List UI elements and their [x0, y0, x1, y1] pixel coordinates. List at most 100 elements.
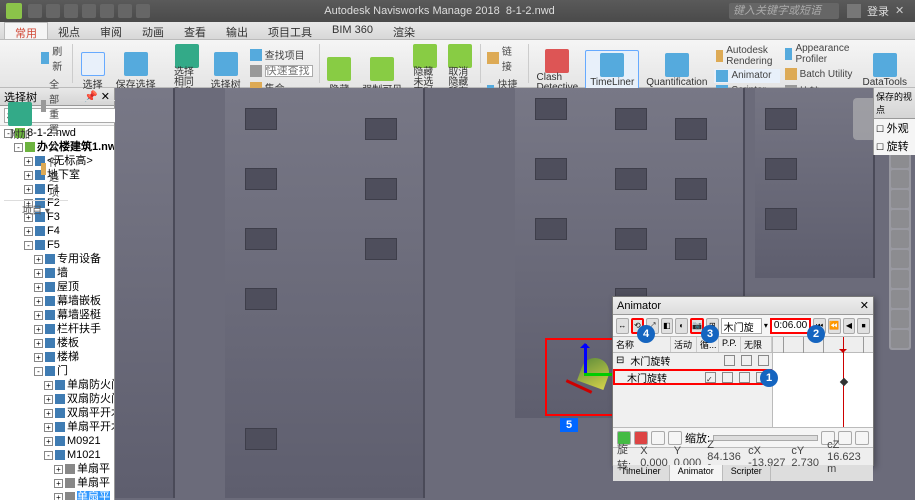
quantification-button[interactable]: Quantification [642, 51, 711, 90]
appearance-profiler-button[interactable]: Appearance Profiler [783, 42, 856, 66]
tree-node[interactable]: +单扇平 [0, 490, 114, 500]
tree-node[interactable]: +楼板 [0, 336, 114, 350]
tab-view[interactable]: 查看 [174, 22, 216, 39]
qat-save-icon[interactable] [64, 4, 78, 18]
tree-node[interactable]: +屋顶 [0, 280, 114, 294]
tab-viewpoint[interactable]: 视点 [48, 22, 90, 39]
timeliner-button[interactable]: TimeLiner [585, 50, 639, 91]
qat-undo-icon[interactable] [100, 4, 114, 18]
animator-toolbar: ↔ ⟲ 4 ⤢ ◧ ◐ 📷 3 ⊞ 木门旋转 ▾ 0:06.00 2 ⏮ ⏪ ◀… [613, 315, 873, 337]
tree-node[interactable]: +楼梯 [0, 350, 114, 364]
scene-combo[interactable]: 木门旋转 [721, 318, 762, 334]
saved-viewpoints-panel: 保存的视点 ☐ 外观 ☐ 旋转 [873, 88, 915, 155]
qat-new-icon[interactable] [28, 4, 42, 18]
tree-node[interactable]: +专用设备 [0, 252, 114, 266]
tab-timeliner[interactable]: TimeLiner [613, 465, 670, 481]
selection-tree-button[interactable]: 选择树 [207, 50, 245, 93]
file-options-button[interactable]: 文件 选项 [39, 138, 68, 200]
refresh-button[interactable]: 刷新 [39, 42, 68, 74]
tree-node[interactable]: +M0921 [0, 434, 114, 448]
scene-row[interactable]: ⊟木门旋转 [613, 353, 772, 369]
app-logo[interactable] [6, 3, 22, 19]
tree-node[interactable]: +F4 [0, 224, 114, 238]
attach-button[interactable]: 附加 [4, 100, 36, 143]
reset-all-button[interactable]: 全部重置 [39, 75, 68, 137]
qat-open-icon[interactable] [46, 4, 60, 18]
group-label-project: 项目 ▾ [4, 200, 68, 218]
tree-node[interactable]: -M1021 [0, 448, 114, 462]
animator-button[interactable]: Animator [714, 69, 779, 83]
realism-icon[interactable] [891, 330, 909, 348]
walk-icon[interactable] [891, 250, 909, 268]
tab-render[interactable]: 渲染 [383, 22, 425, 39]
stop-icon[interactable]: ⏹ [857, 318, 870, 334]
login-label[interactable]: 登录 [867, 3, 889, 19]
fly-icon[interactable] [891, 270, 909, 288]
close-icon[interactable]: ✕ [860, 299, 869, 312]
callout-1: 1 [760, 369, 778, 387]
save-selection-button[interactable]: 保存选择 [112, 50, 160, 93]
tree-node[interactable]: -门 [0, 364, 114, 378]
help-search[interactable]: 键入关键字或短语 [729, 3, 839, 19]
tree-node[interactable]: +幕墙竖梃 [0, 308, 114, 322]
step-back-icon[interactable]: ⏪ [828, 318, 841, 334]
timeline[interactable] [773, 337, 873, 427]
select-button[interactable]: 选择 [77, 50, 109, 93]
close-icon[interactable]: ✕ [895, 4, 909, 18]
tab-output[interactable]: 输出 [216, 22, 258, 39]
animator-header[interactable]: Animator✕ [613, 297, 873, 315]
tab-home[interactable]: 常用 [4, 22, 48, 39]
qat-refresh-icon[interactable] [136, 4, 150, 18]
move-down-icon[interactable] [668, 431, 682, 445]
tree-node[interactable]: +墙 [0, 266, 114, 280]
move-up-icon[interactable] [651, 431, 665, 445]
animation-set-row[interactable]: 木门旋转 1 [613, 369, 772, 385]
callout-3: 3 [701, 325, 719, 343]
color-icon[interactable]: ◧ [661, 318, 674, 334]
animator-window: Animator✕ ↔ ⟲ 4 ⤢ ◧ ◐ 📷 3 ⊞ 木门旋转 ▾ 0:06.… [612, 296, 874, 466]
tab-review[interactable]: 审阅 [90, 22, 132, 39]
navigation-bar[interactable] [889, 148, 911, 350]
transparency-icon[interactable]: ◐ [675, 318, 688, 334]
tree-node[interactable]: +单扇平 [0, 462, 114, 476]
zoom-icon[interactable] [891, 190, 909, 208]
viewpoint-item[interactable]: ☐ 外观 [874, 119, 915, 137]
quick-find-input[interactable] [248, 64, 315, 78]
tab-animator[interactable]: Animator [670, 465, 723, 481]
col-active: 活动 [671, 337, 697, 352]
tab-bim360[interactable]: BIM 360 [322, 22, 383, 39]
section-icon[interactable] [891, 310, 909, 328]
tab-item-tools[interactable]: 项目工具 [258, 22, 322, 39]
z-axis-arrow[interactable] [584, 344, 587, 374]
look-icon[interactable] [891, 230, 909, 248]
tree-node[interactable]: +幕墙嵌板 [0, 294, 114, 308]
batch-utility-button[interactable]: Batch Utility [783, 67, 856, 81]
tree-node[interactable]: +双扇平开木 [0, 406, 114, 420]
camera-icon[interactable] [891, 290, 909, 308]
tree-node[interactable]: +双扇防火门 [0, 392, 114, 406]
pan-icon[interactable] [891, 170, 909, 188]
tree-node[interactable]: +单扇防火门 [0, 378, 114, 392]
qat-redo-icon[interactable] [118, 4, 132, 18]
autodesk-rendering-button[interactable]: Autodesk Rendering [714, 44, 779, 68]
delete-scene-icon[interactable] [634, 431, 648, 445]
tree-node[interactable]: +单扇平 [0, 476, 114, 490]
tree-node[interactable]: +栏杆扶手 [0, 322, 114, 336]
user-icon[interactable] [847, 4, 861, 18]
tab-animation[interactable]: 动画 [132, 22, 174, 39]
tab-scripter[interactable]: Scripter [723, 465, 771, 481]
play-back-icon[interactable]: ◀ [843, 318, 856, 334]
viewpoint-item[interactable]: ☐ 旋转 [874, 137, 915, 155]
ribbon-tabs: 常用 视点 审阅 动画 查看 输出 项目工具 BIM 360 渲染 [0, 22, 915, 40]
find-items-button[interactable]: 查找项目 [248, 46, 315, 63]
tree-node[interactable]: +单扇平开木 [0, 420, 114, 434]
time-input[interactable]: 0:06.00 [770, 318, 811, 334]
tree-node[interactable]: -F5 [0, 238, 114, 252]
orbit-icon[interactable] [891, 210, 909, 228]
rotation-disc[interactable] [577, 354, 613, 390]
keyframe[interactable] [840, 378, 848, 386]
datatools-button[interactable]: DataTools [859, 51, 911, 90]
translate-icon[interactable]: ↔ [616, 318, 629, 334]
qat-print-icon[interactable] [82, 4, 96, 18]
links-button[interactable]: 链接 [485, 42, 524, 74]
